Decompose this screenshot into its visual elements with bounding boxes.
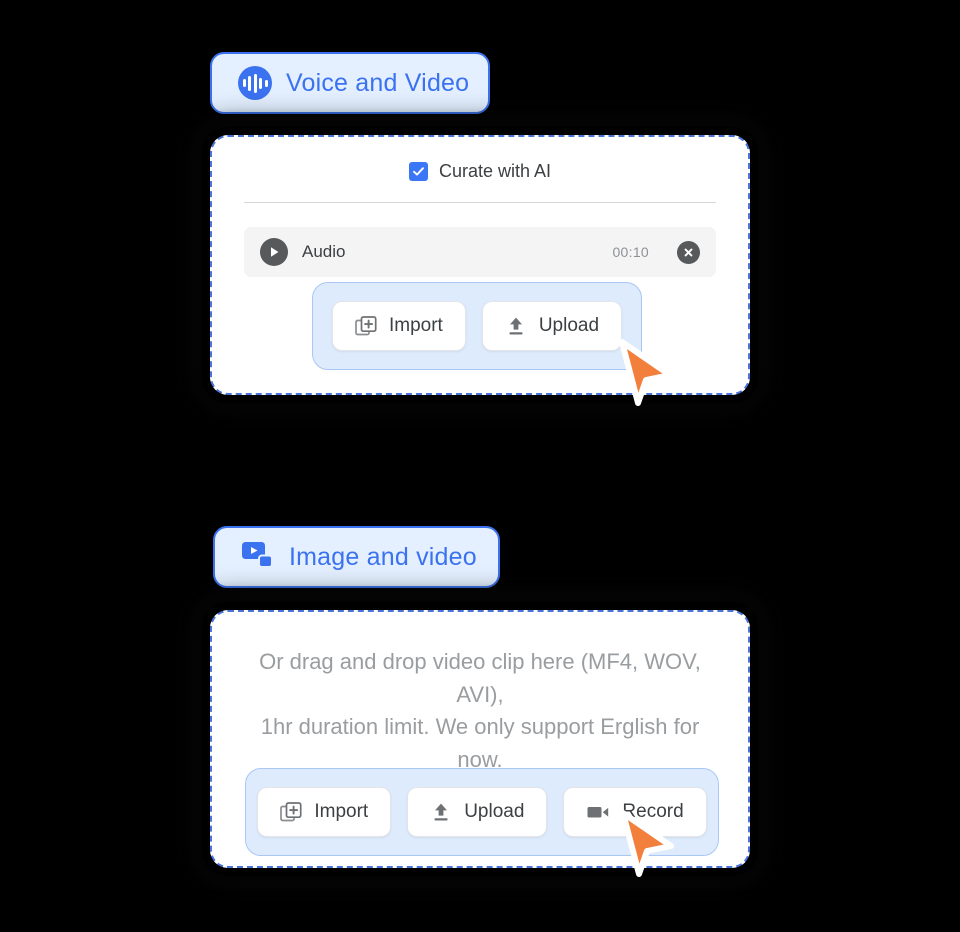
- section-divider: [244, 202, 716, 203]
- voice-and-video-pill[interactable]: Voice and Video: [210, 52, 490, 114]
- upload-arrow-icon: [434, 803, 448, 821]
- import-button[interactable]: Import: [257, 787, 392, 837]
- curate-with-ai-label: Curate with AI: [438, 161, 552, 181]
- video-action-group: Import Upload Record: [245, 768, 719, 856]
- voice-and-video-card: Curate with AI Audio 00:10 Import Upload: [210, 135, 750, 395]
- upload-button[interactable]: Upload: [481, 301, 623, 351]
- curate-with-ai-row[interactable]: Curate with AI: [212, 161, 748, 182]
- video-play-icon: [241, 540, 275, 575]
- image-and-video-pill-label: Image and video: [289, 542, 477, 571]
- upload-button-label: Upload: [538, 315, 600, 336]
- screen-root: Voice and Video Curate with AI Audio 00:…: [0, 0, 960, 932]
- curate-with-ai-checkbox[interactable]: [408, 162, 428, 181]
- close-circle-icon[interactable]: [677, 240, 700, 264]
- dropzone-line-2: 1hr duration limit. We only support Ergl…: [260, 714, 700, 772]
- import-button-label: Import: [388, 315, 443, 336]
- library-add-icon: [355, 316, 377, 336]
- upload-arrow-icon: [509, 317, 523, 335]
- play-icon[interactable]: [260, 238, 288, 266]
- dropzone-instructions: Or drag and drop video clip here (MF4, W…: [246, 646, 714, 776]
- upload-button[interactable]: Upload: [407, 787, 548, 837]
- dropzone-line-1: Or drag and drop video clip here (MF4, W…: [259, 649, 701, 707]
- voice-action-group: Import Upload: [312, 282, 642, 370]
- image-and-video-pill[interactable]: Image and video: [213, 526, 500, 588]
- videocam-icon: [587, 807, 609, 818]
- upload-button-label: Upload: [464, 801, 525, 822]
- voice-and-video-pill-label: Voice and Video: [286, 68, 470, 97]
- audio-list-item[interactable]: Audio 00:10: [244, 227, 716, 277]
- import-button-label: Import: [314, 801, 369, 822]
- audio-item-duration: 00:10: [612, 244, 649, 260]
- record-button[interactable]: Record: [563, 787, 707, 837]
- record-button-label: Record: [622, 801, 684, 822]
- audio-item-name: Audio: [302, 242, 346, 261]
- audio-waveform-icon: [238, 66, 272, 100]
- image-and-video-card[interactable]: Or drag and drop video clip here (MF4, W…: [210, 610, 750, 868]
- library-add-icon: [280, 802, 302, 822]
- import-button[interactable]: Import: [331, 301, 466, 351]
